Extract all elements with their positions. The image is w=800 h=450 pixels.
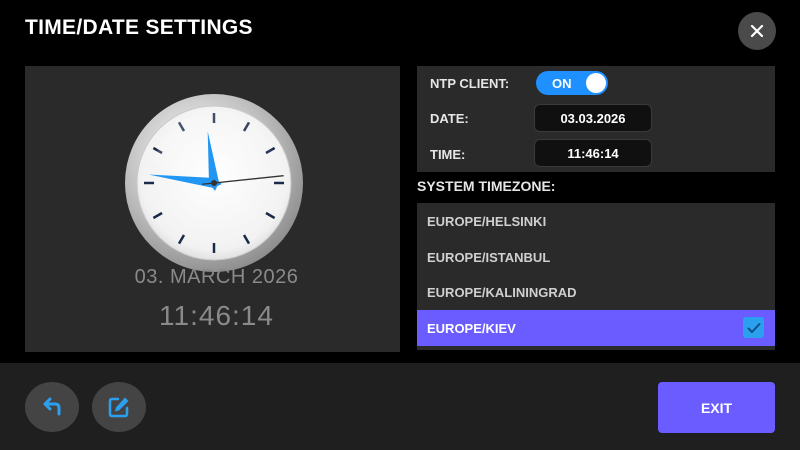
date-display: 03. MARCH 2026 <box>134 266 299 288</box>
edit-button[interactable] <box>92 382 146 432</box>
timezone-list[interactable]: EUROPE/HELSINKI EUROPE/ISTANBUL EUROPE/K… <box>417 203 775 350</box>
edit-icon <box>108 397 129 418</box>
datetime-settings-panel: NTP CLIENT: ON DATE: 03.03.2026 TIME: 11… <box>417 66 775 172</box>
date-field[interactable]: 03.03.2026 <box>534 104 652 132</box>
page-title: TIME/DATE SETTINGS <box>25 16 253 39</box>
timezone-item-label: EUROPE/KALININGRAD <box>427 284 577 300</box>
timezone-item-selected[interactable]: EUROPE/KIEV <box>417 310 775 346</box>
timezone-item-label: EUROPE/HELSINKI <box>427 213 547 229</box>
ntp-client-toggle[interactable]: ON <box>536 71 608 95</box>
ntp-client-label: NTP CLIENT: <box>430 76 510 91</box>
date-label: DATE: <box>430 111 469 126</box>
timezone-heading: SYSTEM TIMEZONE: <box>417 178 556 194</box>
timezone-item-label: EUROPE/ISTANBUL <box>427 249 551 265</box>
time-field[interactable]: 11:46:14 <box>534 139 652 167</box>
exit-button[interactable]: EXIT <box>658 382 775 433</box>
timezone-item-label: EUROPE/KIEV <box>427 320 516 336</box>
close-button[interactable] <box>738 12 776 50</box>
selected-checkbox[interactable] <box>743 317 764 338</box>
undo-arrow-icon <box>43 397 61 416</box>
timezone-item[interactable]: EUROPE/KALININGRAD <box>417 274 775 310</box>
toggle-knob <box>586 73 606 93</box>
time-display: 11:46:14 <box>159 300 274 331</box>
check-icon <box>747 322 760 333</box>
clock-center-cap <box>211 180 217 186</box>
analog-clock <box>125 94 303 272</box>
time-label: TIME: <box>430 147 466 162</box>
back-button[interactable] <box>25 382 79 432</box>
timezone-item[interactable]: EUROPE/HELSINKI <box>417 203 775 239</box>
clock-panel: 03. MARCH 2026 11:46:14 <box>25 66 400 352</box>
ntp-toggle-state: ON <box>552 76 572 91</box>
close-icon <box>750 24 764 38</box>
timezone-item[interactable]: EUROPE/ISTANBUL <box>417 239 775 275</box>
